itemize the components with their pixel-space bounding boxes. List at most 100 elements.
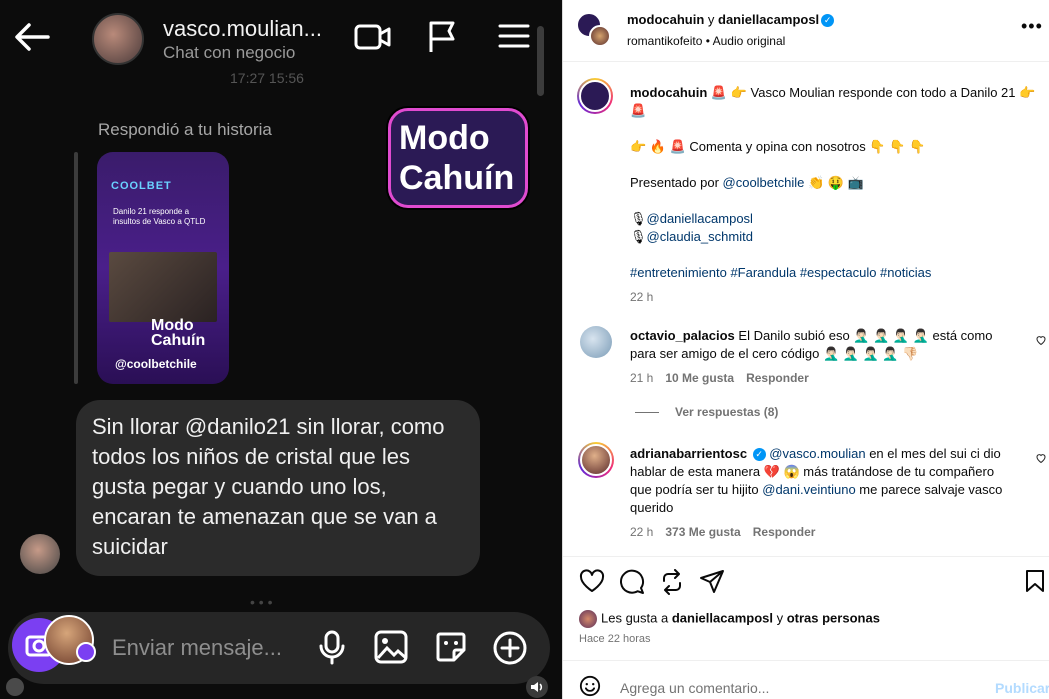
audio-user-link[interactable]: romantikofeito <box>627 34 702 48</box>
reply-line <box>74 152 78 384</box>
logo-line1: Modo <box>399 119 490 157</box>
verified-badge-icon: ✓ <box>752 448 766 462</box>
story-photo <box>109 252 217 322</box>
audio-separator: • <box>702 34 713 48</box>
story-brand: COOLBET <box>111 180 172 192</box>
save-bookmark-icon[interactable] <box>1025 569 1045 596</box>
heart-icon[interactable] <box>579 569 605 596</box>
comment-meta: 22 h 373 Me gusta Responder <box>630 525 827 539</box>
replied-label: Respondió a tu historia <box>98 120 272 139</box>
comment-time: 22 h <box>630 525 654 539</box>
comment-username[interactable]: adrianabarrientosc <box>630 446 747 461</box>
comment-reply-button[interactable]: Responder <box>753 525 816 539</box>
reel-media[interactable]: vasco.moulian... Chat con negocio 17:27 … <box>0 0 562 699</box>
story-thumbnail: COOLBET Danilo 21 responde a insultos de… <box>97 152 229 384</box>
comment-input[interactable]: Agrega un comentario... <box>620 680 769 696</box>
back-arrow-icon <box>14 22 50 58</box>
sticker-icon <box>434 630 468 667</box>
caption-emoji-c: 👉 🔥 🚨 <box>630 139 686 154</box>
caption-username[interactable]: modocahuin <box>630 85 707 100</box>
collab-names: modocahuin y daniellacamposl ✓ <box>627 12 835 28</box>
comment-icon[interactable] <box>619 569 645 598</box>
audio-original-link[interactable]: Audio original <box>713 34 786 48</box>
share-icon[interactable] <box>699 569 725 598</box>
dm-avatar <box>92 13 144 65</box>
collab-avatars[interactable] <box>577 13 611 47</box>
message-bubble: Sin llorar @danilo21 sin llorar, como to… <box>76 400 480 576</box>
caption-text1: Vasco Moulian responde con todo a Danilo… <box>746 85 1020 100</box>
composer-placeholder: Enviar mensaje... <box>112 635 282 660</box>
repost-icon[interactable] <box>659 569 685 598</box>
flag-icon <box>428 20 458 57</box>
story-handle: @coolbetchile <box>115 357 197 371</box>
caption-hashtags[interactable]: #entretenimiento #Farandula #espectaculo… <box>630 264 1040 282</box>
caption-presented: Presentado por @coolbetchile 👏 🤑 📺 <box>630 174 1040 192</box>
comment-avatar[interactable] <box>578 442 614 478</box>
story-headline: Danilo 21 responde a insultos de Vasco a… <box>113 207 206 226</box>
dm-subtitle: Chat con negocio <box>163 43 296 62</box>
presented-label: Presentado por <box>630 175 723 190</box>
caption: modocahuin 🚨 👉 Vasco Moulian responde co… <box>630 84 1040 306</box>
comment-likes[interactable]: 10 Me gusta <box>665 371 734 385</box>
comment-likes[interactable]: 373 Me gusta <box>665 525 740 539</box>
likes-avatar <box>579 610 597 628</box>
caption-mentions: 🎙@daniellacamposl 🎙@claudia_schmitd <box>630 211 753 244</box>
emoji-icon[interactable] <box>579 675 601 697</box>
publish-button[interactable]: Publicar <box>995 680 1049 696</box>
dm-timestamp: 17:27 15:56 <box>230 70 304 86</box>
mention-vasco[interactable]: @vasco.moulian <box>769 446 865 461</box>
comment-time: 21 h <box>630 371 654 385</box>
comment-like-heart-icon[interactable] <box>1035 452 1047 467</box>
comments-scroll[interactable]: modocahuin 🚨 👉 Vasco Moulian responde co… <box>563 62 1049 540</box>
typing-dots: • • • <box>250 594 273 610</box>
view-replies[interactable]: Ver respuestas (8) <box>635 405 778 419</box>
caption-avatar[interactable] <box>577 78 613 114</box>
volume-icon[interactable] <box>526 676 548 698</box>
action-bar <box>563 556 1049 604</box>
likes-others-link[interactable]: otras personas <box>787 610 880 625</box>
mention-claudia[interactable]: @claudia_schmitd <box>647 229 753 244</box>
header-user2-link[interactable]: daniellacamposl <box>718 12 819 27</box>
caption-line1: modocahuin 🚨 👉 Vasco Moulian responde co… <box>630 84 1040 120</box>
avatar-daniellacamposl[interactable] <box>589 25 611 47</box>
gallery-icon <box>374 630 408 667</box>
post-header: modocahuin y daniellacamposl ✓ romantikof… <box>563 0 1049 62</box>
modo-cahuin-logo: Modo Cahuín <box>388 108 528 208</box>
add-comment-bar: Agrega un comentario... Publicar <box>563 660 1049 699</box>
video-call-icon <box>354 20 392 57</box>
caption-emoji-d: 👇 👇 👇 <box>869 139 926 154</box>
comment-username[interactable]: octavio_palacios <box>630 328 735 343</box>
comment-avatar[interactable] <box>580 326 612 358</box>
likes-prefix: Les gusta a <box>601 610 672 626</box>
comment-meta: 21 h 10 Me gusta Responder <box>630 371 821 385</box>
likes-mid: y <box>772 610 787 626</box>
message-avatar <box>20 534 60 574</box>
likes-summary: Les gusta a daniellacamposl y otras pers… <box>579 610 880 628</box>
caption-line2: 👉 🔥 🚨 Comenta y opina con nosotros 👇 👇 👇 <box>630 138 1040 156</box>
caption-emoji-a: 🚨 👉 <box>710 85 747 100</box>
more-options-icon[interactable]: ••• <box>1021 16 1043 37</box>
caption-text2: Comenta y opina con nosotros <box>685 139 870 154</box>
presented-emoji: 👏 🤑 📺 <box>804 175 864 190</box>
comment-body: octavio_palacios El Danilo subió eso 🤦🏻‍… <box>630 327 1010 363</box>
mention-daniellacamposl[interactable]: @daniellacamposl <box>647 211 753 226</box>
mention-dani[interactable]: @dani.veintiuno <box>762 482 855 497</box>
comment-reply-button[interactable]: Responder <box>746 371 809 385</box>
user-icon[interactable] <box>6 678 24 696</box>
posted-time[interactable]: Hace 22 horas <box>579 633 651 645</box>
story-logo: Modo Cahuín <box>151 318 206 349</box>
comment-like-heart-icon[interactable] <box>1035 334 1047 349</box>
logo-line2: Cahuín <box>399 159 515 197</box>
caption-time: 22 h <box>630 290 654 304</box>
story-logo-line2: Cahuín <box>151 332 206 349</box>
post-side-panel: modocahuin y daniellacamposl ✓ romantikof… <box>562 0 1049 699</box>
dm-username: vasco.moulian... <box>163 16 322 41</box>
header-user1-link[interactable]: modocahuin <box>627 12 704 27</box>
view-replies-label: Ver respuestas (8) <box>675 405 779 419</box>
menu-icon <box>498 20 530 55</box>
add-icon <box>492 630 528 669</box>
dm-header: vasco.moulian... Chat con negocio <box>0 0 562 80</box>
microphone-icon <box>318 630 346 669</box>
likes-user-link[interactable]: daniellacamposl <box>672 610 773 625</box>
coolbetchile-link[interactable]: @coolbetchile <box>723 175 805 190</box>
